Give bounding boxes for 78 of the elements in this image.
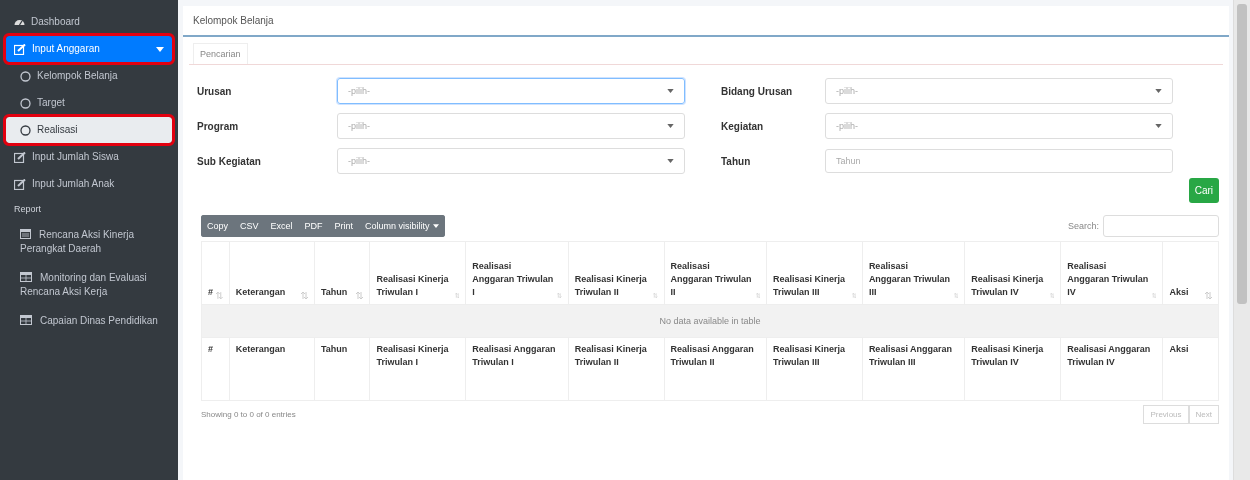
column-header[interactable]: Keterangan	[229, 241, 315, 305]
input-field[interactable]: Tahun	[825, 149, 1173, 173]
sidebar-item[interactable]: Dashboard	[6, 9, 172, 35]
column-header[interactable]: Realisasi Anggaran Triwulan IV	[1060, 241, 1163, 305]
footer-cell: Keterangan	[229, 337, 315, 401]
sort-icon	[454, 292, 460, 299]
gauge-icon	[14, 17, 25, 27]
search-field[interactable]	[1103, 215, 1219, 237]
column-header[interactable]: Realisasi Anggaran Triwulan III	[862, 241, 965, 305]
footer-cell: Tahun	[314, 337, 370, 401]
sidebar-item[interactable]: Rencana Aksi Kinerja Perangkat Daerah	[6, 221, 172, 263]
empty-message: No data available in table	[201, 304, 1219, 338]
column-header[interactable]: Realisasi Anggaran Triwulan I	[465, 241, 569, 305]
edit-icon	[14, 151, 26, 163]
footer-cell: Realisasi Anggaran Triwulan IV	[1060, 337, 1163, 401]
sidebar-item[interactable]: Monitoring dan Evaluasi Rencana Aksi Kerja	[6, 264, 172, 306]
sort-icon	[755, 292, 760, 299]
search-label: Search:	[1067, 221, 1099, 231]
footer-cell: Realisasi Kinerja Triwulan II	[568, 337, 665, 401]
caret-icon	[1155, 124, 1162, 128]
sidebar-item[interactable]: Input Jumlah Siswa	[6, 144, 172, 170]
scrollbar[interactable]	[1233, 0, 1250, 480]
sort-icon	[1049, 292, 1055, 299]
circle-icon	[20, 70, 31, 82]
caret-icon	[667, 159, 674, 163]
table-icon	[20, 315, 32, 325]
column-header[interactable]: #	[201, 241, 230, 305]
sort-icon	[557, 292, 562, 299]
caret-icon	[667, 124, 674, 128]
edit-icon	[14, 43, 26, 55]
edit-icon	[14, 178, 26, 190]
circle-icon	[20, 124, 31, 136]
footer-cell: Realisasi Anggaran Triwulan I	[465, 337, 569, 401]
sidebar-subitem[interactable]: Realisasi	[6, 117, 172, 143]
field-label: Urusan	[197, 86, 232, 97]
footer-cell: Realisasi Kinerja Triwulan IV	[964, 337, 1061, 401]
sidebar-subitem[interactable]: Kelompok Belanja	[6, 63, 172, 89]
sort-icon	[356, 292, 364, 299]
circle-icon	[20, 97, 31, 109]
entries-info: Showing 0 to 0 of 0 entries	[201, 410, 296, 419]
card-title: Kelompok Belanja	[183, 6, 1229, 37]
sidebar-item[interactable]: Capaian Dinas Pendidikan	[6, 307, 172, 335]
column-header[interactable]: Realisasi Kinerja Triwulan I	[369, 241, 466, 305]
sort-icon	[301, 292, 308, 299]
caret-icon	[432, 224, 439, 228]
sidebar-item[interactable]: Input Jumlah Anak	[6, 171, 172, 197]
column-header[interactable]: Aksi	[1162, 241, 1219, 305]
sort-icon	[1152, 292, 1157, 299]
column-header[interactable]: Realisasi Kinerja Triwulan III	[766, 241, 863, 305]
caret-icon	[667, 89, 674, 93]
calendar-icon	[20, 228, 31, 239]
tab[interactable]: Pencarian	[193, 43, 248, 64]
footer-cell: #	[201, 337, 230, 401]
caret-icon	[156, 46, 164, 52]
table-icon	[20, 272, 32, 282]
footer-cell: Aksi	[1162, 337, 1219, 401]
sort-icon	[1205, 292, 1212, 299]
footer-cell: Realisasi Kinerja Triwulan III	[766, 337, 863, 401]
field-label: Tahun	[721, 156, 751, 167]
column-header[interactable]: Realisasi Kinerja Triwulan II	[568, 241, 665, 305]
footer-cell: Realisasi Anggaran Triwulan III	[862, 337, 965, 401]
sort-icon	[216, 292, 223, 299]
sidebar-section-header: Report	[13, 203, 42, 216]
column-header[interactable]: Realisasi Kinerja Triwulan IV	[964, 241, 1061, 305]
column-header[interactable]: Realisasi Anggaran Triwulan II	[664, 241, 767, 305]
footer-cell: Realisasi Anggaran Triwulan II	[664, 337, 767, 401]
field-label: Kegiatan	[721, 121, 764, 132]
sidebar-item[interactable]: Input Anggaran	[6, 36, 172, 62]
sort-icon	[653, 292, 658, 299]
sidebar-subitem[interactable]: Target	[6, 90, 172, 116]
sort-icon	[851, 292, 856, 299]
field-label: Program	[197, 121, 239, 132]
field-label: Bidang Urusan	[721, 86, 793, 97]
caret-icon	[1155, 89, 1162, 93]
field-label: Sub Kegiatan	[197, 156, 261, 167]
sort-icon	[953, 292, 959, 299]
footer-cell: Realisasi Kinerja Triwulan I	[369, 337, 466, 401]
column-header[interactable]: Tahun	[314, 241, 370, 305]
